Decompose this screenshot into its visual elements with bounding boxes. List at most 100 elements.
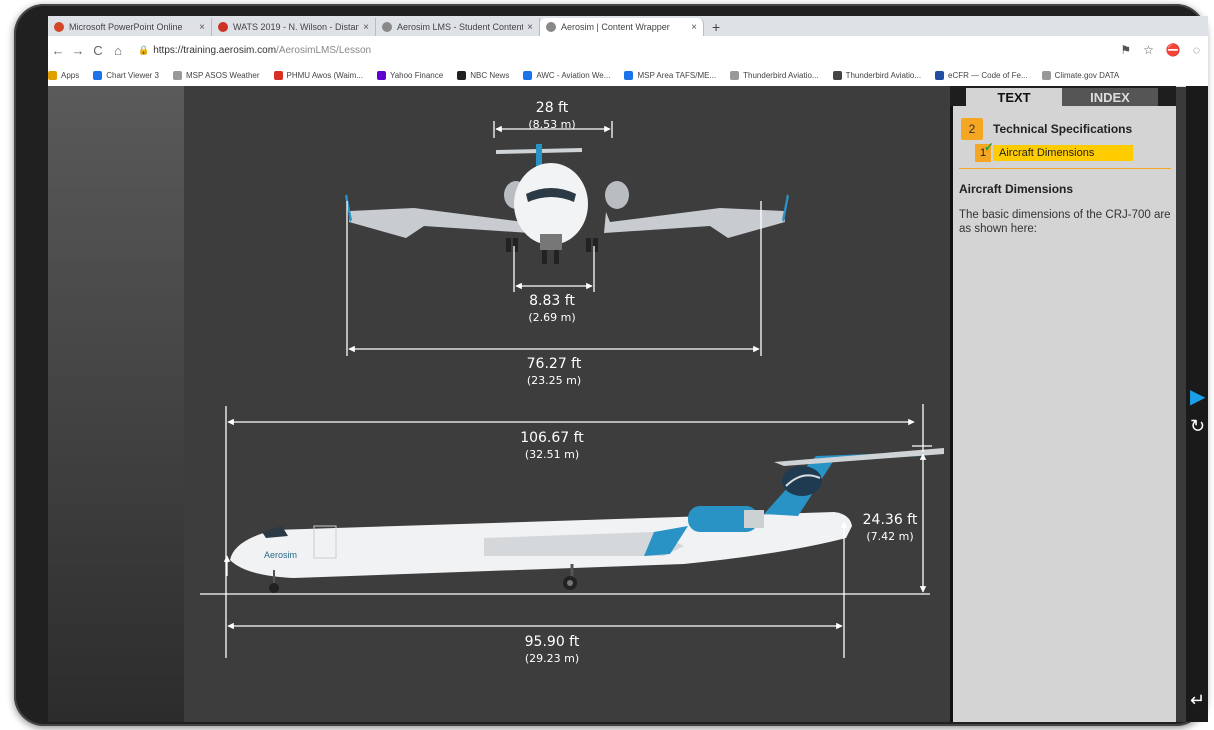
bookmark-item[interactable]: AWC - Aviation We... (523, 70, 611, 80)
bookmark-item[interactable]: PHMU Awos (Waim... (273, 70, 363, 80)
bookmark-label: NBC News (470, 70, 510, 80)
return-icon[interactable]: ↵ (1190, 690, 1205, 711)
stop-extension-icon[interactable]: ⛔ (1166, 43, 1181, 57)
tail-span-m: (8.53 m) (528, 118, 575, 131)
bookmark-label: Yahoo Finance (389, 70, 444, 80)
tab-close-icon[interactable]: × (363, 22, 369, 33)
left-margin (48, 86, 184, 722)
browser-tab[interactable]: Microsoft PowerPoint Online × (48, 18, 212, 36)
forward-arrow-icon[interactable]: → (68, 43, 88, 58)
bookmark-item[interactable]: MSP Area TAFS/ME... (624, 70, 717, 80)
play-icon[interactable]: ▶ (1190, 384, 1205, 409)
lesson-content: 28 ft (8.53 m) 8.83 ft (2.69 m) 76.27 ft… (48, 86, 1208, 722)
tab-favicon-icon (54, 22, 64, 32)
tab-text[interactable]: TEXT (966, 88, 1062, 108)
bookmark-item[interactable]: Climate.gov DATA (1041, 70, 1120, 80)
bookmark-icon (273, 70, 283, 80)
front-view-aircraft (345, 144, 789, 264)
tab-title: Microsoft PowerPoint Online (69, 22, 183, 32)
wheelbase-m: (29.23 m) (525, 652, 579, 665)
wingspan-ft: 76.27 ft (527, 356, 582, 372)
bookmark-item[interactable]: Apps (48, 70, 79, 80)
bookmark-label: PHMU Awos (Waim... (286, 70, 363, 80)
tab-title: Aerosim LMS - Student Content (397, 22, 524, 32)
bookmark-label: Thunderbird Aviatio... (845, 70, 922, 80)
address-bar: ← → C ⌂ 🔒 https://training.aerosim.com/A… (48, 36, 1208, 64)
bookmark-item[interactable]: Chart Viewer 3 (93, 70, 159, 80)
content-heading: Aircraft Dimensions (959, 182, 1074, 196)
tab-favicon-icon (546, 22, 556, 32)
back-arrow-icon[interactable]: ← (48, 43, 68, 58)
bookmark-label: Climate.gov DATA (1054, 70, 1120, 80)
new-tab-button[interactable]: + (704, 18, 728, 36)
height-m: (7.42 m) (866, 530, 913, 543)
bookmark-icon (832, 70, 842, 80)
item-number-badge: 1 ✓ (975, 140, 994, 162)
toc-item-aircraft-dimensions[interactable]: 1 ✓ Aircraft Dimensions (975, 140, 1133, 162)
browser-tab[interactable]: WATS 2019 - N. Wilson - Distan... × (212, 18, 376, 36)
bookmark-label: Thunderbird Aviatio... (743, 70, 819, 80)
profile-icon[interactable]: ◌ (1193, 43, 1200, 57)
bookmarks-bar: Apps Chart Viewer 3 MSP ASOS Weather PHMU A… (48, 64, 1208, 87)
bookmark-item[interactable]: eCFR — Code of Fe... (935, 70, 1028, 80)
bookmark-item[interactable]: Thunderbird Aviatio... (832, 70, 922, 80)
bookmark-icon (624, 70, 634, 80)
tab-favicon-icon (218, 22, 228, 32)
tablet-frame: Microsoft PowerPoint Online × WATS 2019 - … (14, 4, 1208, 726)
tab-favicon-icon (382, 22, 392, 32)
dimension-drawing: 28 ft (8.53 m) 8.83 ft (2.69 m) 76.27 ft… (200, 100, 944, 665)
tab-title: WATS 2019 - N. Wilson - Distan... (233, 22, 360, 32)
gear-track-ft: 8.83 ft (529, 293, 575, 309)
checkmark-icon: ✓ (984, 140, 995, 154)
lesson-sidebar: TEXT INDEX 2 Technical Specifications 1 ✓… (950, 86, 1176, 722)
replay-icon[interactable]: ↻ (1190, 416, 1205, 437)
lock-icon: 🔒 (138, 44, 150, 55)
wheelbase-ft: 95.90 ft (525, 634, 580, 650)
player-controls: ▶ ↻ ↵ (1186, 86, 1208, 722)
url-path: /AerosimLMS/Lesson (276, 44, 372, 56)
content-body: The basic dimensions of the CRJ-700 are … (959, 209, 1171, 235)
toc-section[interactable]: 2 Technical Specifications (961, 118, 1132, 140)
length-ft: 106.67 ft (520, 430, 584, 446)
tab-close-icon[interactable]: × (527, 22, 533, 33)
section-number: 2 (961, 118, 983, 140)
translate-icon[interactable]: ⚑ (1120, 43, 1131, 57)
bookmark-item[interactable]: NBC News (457, 70, 510, 80)
bookmark-label: MSP Area TAFS/ME... (637, 70, 717, 80)
screen: Microsoft PowerPoint Online × WATS 2019 - … (48, 16, 1208, 722)
bookmark-icon (730, 70, 740, 80)
side-view-aircraft: Aerosim (230, 448, 944, 593)
reload-icon[interactable]: C (88, 43, 108, 58)
bookmark-icon (935, 70, 945, 80)
bookmark-item[interactable]: Yahoo Finance (376, 70, 444, 80)
bookmark-icon (93, 70, 103, 80)
browser-tab[interactable]: Aerosim | Content Wrapper × (540, 18, 704, 36)
tab-close-icon[interactable]: × (691, 22, 697, 33)
tab-close-icon[interactable]: × (199, 22, 205, 33)
tab-index[interactable]: INDEX (1062, 88, 1158, 108)
length-m: (32.51 m) (525, 448, 579, 461)
bookmark-icon (48, 70, 57, 80)
browser-tab-bar: Microsoft PowerPoint Online × WATS 2019 - … (48, 16, 1208, 36)
browser-tab[interactable]: Aerosim LMS - Student Content × (376, 18, 540, 36)
bookmark-label: Chart Viewer 3 (106, 70, 159, 80)
wingspan-m: (23.25 m) (527, 374, 581, 387)
bookmark-label: AWC - Aviation We... (536, 70, 611, 80)
item-title: Aircraft Dimensions (993, 145, 1133, 161)
url-field[interactable]: https://training.aerosim.com/AerosimLMS/… (153, 45, 371, 56)
bookmark-label: eCFR — Code of Fe... (948, 70, 1028, 80)
bookmark-icon (376, 70, 386, 80)
bookmark-star-icon[interactable]: ☆ (1143, 43, 1154, 57)
bookmark-item[interactable]: Thunderbird Aviatio... (730, 70, 819, 80)
tail-span-ft: 28 ft (536, 100, 569, 116)
section-title: Technical Specifications (993, 122, 1133, 136)
text-panel: 2 Technical Specifications 1 ✓ Aircraft D… (950, 106, 1176, 722)
bookmark-icon (457, 70, 467, 80)
height-ft: 24.36 ft (863, 512, 918, 528)
home-icon[interactable]: ⌂ (108, 43, 128, 58)
bookmark-icon (173, 70, 182, 80)
bookmark-label: MSP ASOS Weather (186, 70, 260, 80)
bookmark-item[interactable]: MSP ASOS Weather (173, 70, 260, 80)
gear-track-m: (2.69 m) (528, 311, 575, 324)
aircraft-diagram: 28 ft (8.53 m) 8.83 ft (2.69 m) 76.27 ft… (184, 86, 950, 722)
